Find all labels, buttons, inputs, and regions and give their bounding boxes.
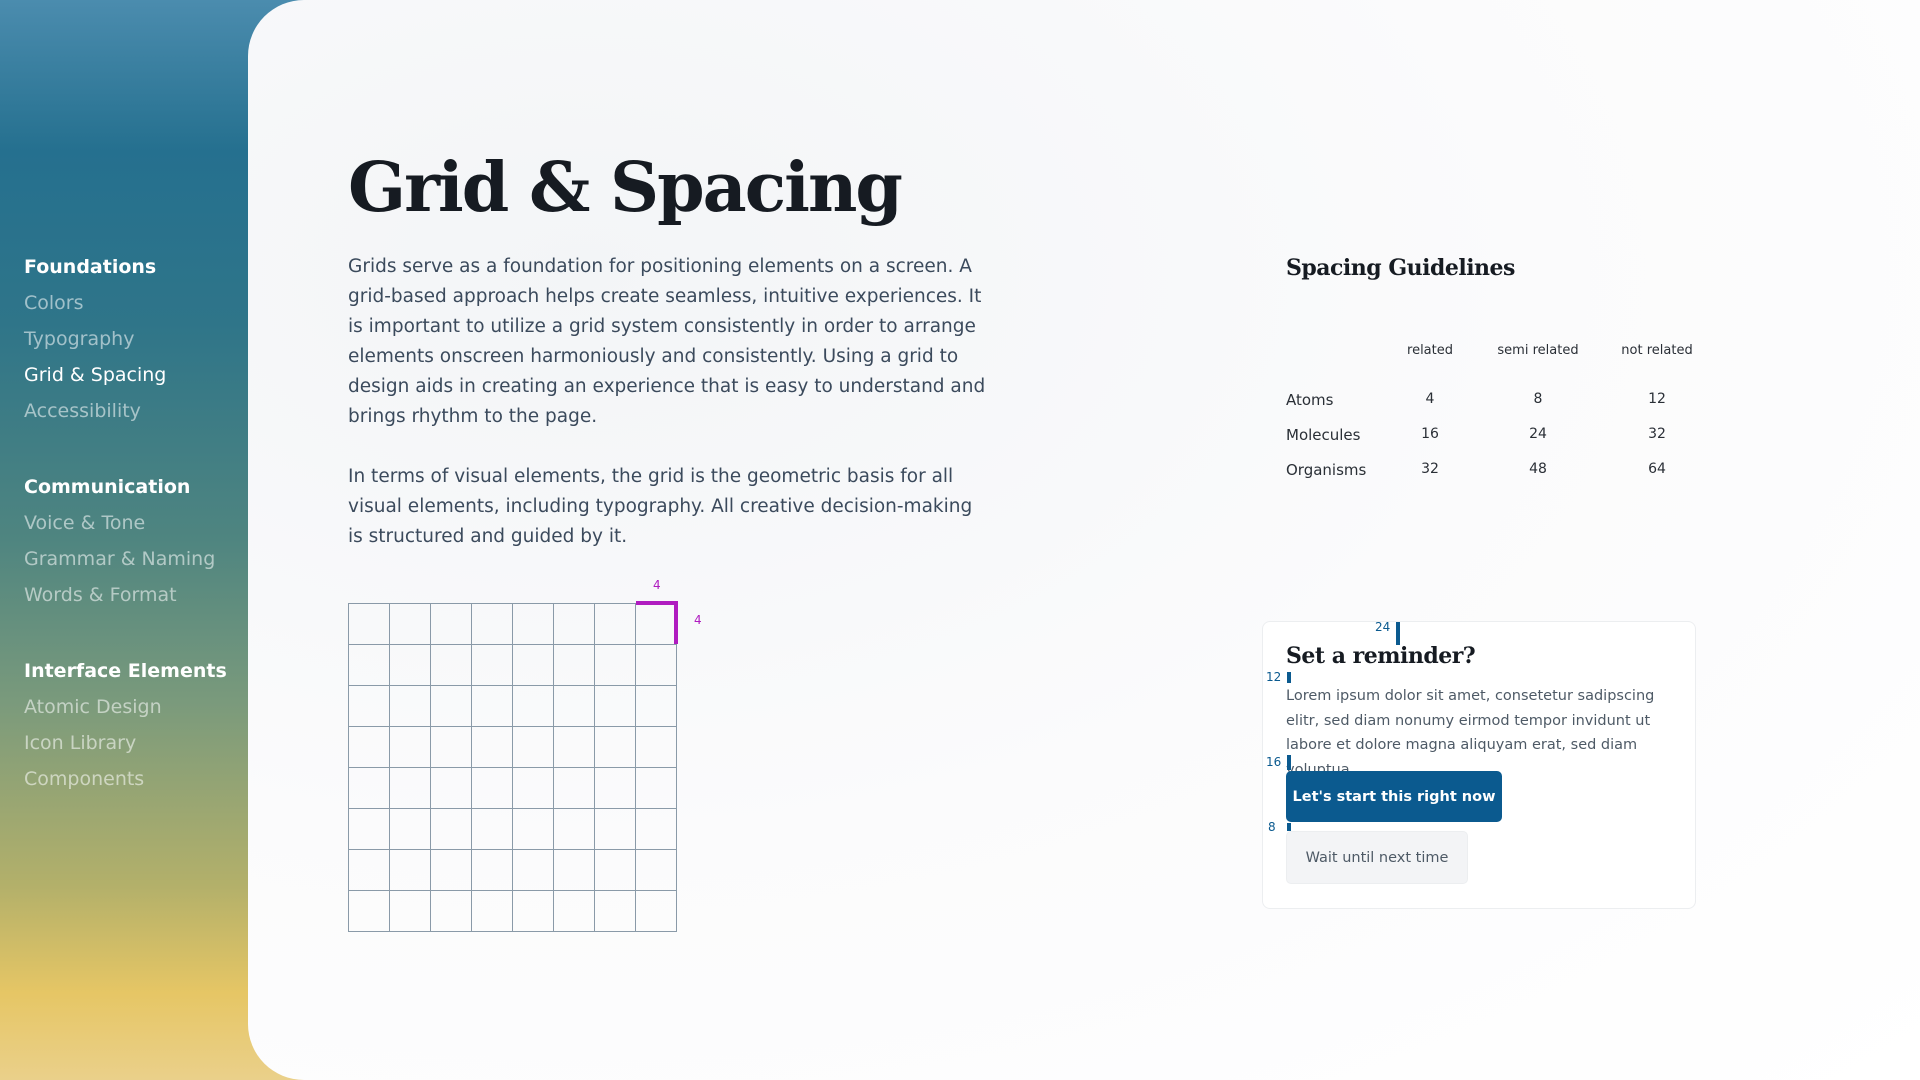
nav-item-components[interactable]: Components	[24, 761, 227, 797]
table-cell: 4	[1425, 391, 1435, 407]
table-cell: 64	[1648, 461, 1666, 477]
row-label: Atoms	[1286, 391, 1334, 409]
spacing-marker-12	[1287, 672, 1291, 683]
wait-next-time-button[interactable]: Wait until next time	[1286, 831, 1468, 884]
nav-item-voice-tone[interactable]: Voice & Tone	[24, 505, 215, 541]
grid-highlight-side	[674, 601, 678, 644]
nav-item-grammar-naming[interactable]: Grammar & Naming	[24, 541, 215, 577]
spacing-marker-label-16: 16	[1266, 755, 1282, 769]
table-cell: 32	[1421, 461, 1439, 477]
grid-top-label: 4	[653, 578, 661, 592]
nav-item-words-format[interactable]: Words & Format	[24, 577, 215, 613]
column-header-not-related: not related	[1621, 343, 1693, 358]
nav-item-atomic-design[interactable]: Atomic Design	[24, 689, 227, 725]
column-header-related: related	[1407, 343, 1453, 358]
nav-item-accessibility[interactable]: Accessibility	[24, 393, 166, 429]
spacing-marker-label-12: 12	[1266, 670, 1282, 684]
table-cell: 32	[1648, 426, 1666, 442]
nav-item-typography[interactable]: Typography	[24, 321, 166, 357]
grid-side-label: 4	[694, 613, 702, 627]
spacing-guidelines-title: Spacing Guidelines	[1286, 255, 1515, 281]
spacing-marker-24	[1396, 622, 1400, 645]
spacing-marker-label-8: 8	[1268, 820, 1276, 834]
table-cell: 12	[1648, 391, 1666, 407]
sidebar: Foundations Colors Typography Grid & Spa…	[0, 0, 248, 1080]
spacing-marker-8	[1287, 823, 1291, 831]
visual-elements-paragraph: In terms of visual elements, the grid is…	[348, 466, 973, 547]
grid-illustration	[348, 603, 677, 932]
start-now-button[interactable]: Let's start this right now	[1286, 771, 1502, 822]
nav-group-foundations: Foundations Colors Typography Grid & Spa…	[24, 249, 166, 429]
nav-heading-communication[interactable]: Communication	[24, 469, 215, 505]
row-label: Organisms	[1286, 461, 1367, 479]
table-cell: 8	[1533, 391, 1543, 407]
nav-item-grid-spacing[interactable]: Grid & Spacing	[24, 357, 166, 393]
nav-item-icon-library[interactable]: Icon Library	[24, 725, 227, 761]
table-cell: 48	[1529, 461, 1547, 477]
page-title: Grid & Spacing	[348, 148, 903, 228]
card-title: Set a reminder?	[1286, 643, 1476, 669]
intro-paragraph: Grids serve as a foundation for position…	[348, 256, 986, 427]
card-body: Lorem ipsum dolor sit amet, consetetur s…	[1286, 688, 1655, 778]
nav-heading-interface-elements[interactable]: Interface Elements	[24, 653, 227, 689]
grid-highlight-top	[636, 601, 678, 605]
nav-group-interface-elements: Interface Elements Atomic Design Icon Li…	[24, 653, 227, 797]
spacing-marker-16	[1287, 755, 1291, 770]
column-header-semi-related: semi related	[1497, 343, 1579, 358]
table-cell: 24	[1529, 426, 1547, 442]
nav-heading-foundations[interactable]: Foundations	[24, 249, 166, 285]
nav-item-colors[interactable]: Colors	[24, 285, 166, 321]
table-cell: 16	[1421, 426, 1439, 442]
spacing-marker-label-24: 24	[1375, 620, 1391, 634]
nav-group-communication: Communication Voice & Tone Grammar & Nam…	[24, 469, 215, 613]
row-label: Molecules	[1286, 426, 1361, 444]
